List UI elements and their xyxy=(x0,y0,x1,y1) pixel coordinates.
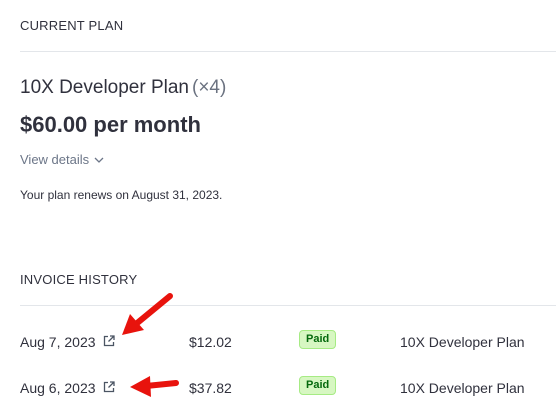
status-badge: Paid xyxy=(299,330,337,349)
renewal-text: Your plan renews on August 31, 2023. xyxy=(20,188,223,202)
invoice-amount: $12.02 xyxy=(189,334,232,350)
invoice-history-heading: INVOICE HISTORY xyxy=(20,272,138,287)
invoice-row: Aug 6, 2023 $37.82 Paid 10X Developer Pl… xyxy=(0,376,556,400)
plan-name-line: 10X Developer Plan (×4) xyxy=(20,77,226,99)
invoice-date: Aug 6, 2023 xyxy=(20,380,96,396)
annotation-arrow xyxy=(130,376,179,397)
invoice-plan: 10X Developer Plan xyxy=(400,334,525,350)
annotation-arrow xyxy=(122,293,173,335)
invoice-plan: 10X Developer Plan xyxy=(400,380,525,396)
view-details-toggle[interactable]: View details xyxy=(20,152,104,167)
chevron-down-icon xyxy=(94,152,104,167)
current-plan-divider xyxy=(20,51,556,52)
plan-price: $60.00 per month xyxy=(20,112,201,137)
plan-quantity: (×4) xyxy=(192,77,227,98)
invoice-amount: $37.82 xyxy=(189,380,232,396)
invoice-history-divider xyxy=(20,305,556,306)
plan-name: 10X Developer Plan xyxy=(20,77,189,98)
current-plan-heading: CURRENT PLAN xyxy=(20,18,124,33)
view-details-label: View details xyxy=(20,152,90,167)
external-link-icon[interactable] xyxy=(103,334,115,350)
status-badge: Paid xyxy=(299,376,337,395)
external-link-icon[interactable] xyxy=(103,380,115,396)
invoice-date: Aug 7, 2023 xyxy=(20,334,96,350)
invoice-date-link[interactable]: Aug 6, 2023 xyxy=(20,380,115,396)
invoice-date-link[interactable]: Aug 7, 2023 xyxy=(20,334,115,350)
invoice-row: Aug 7, 2023 $12.02 Paid 10X Developer Pl… xyxy=(0,330,556,354)
